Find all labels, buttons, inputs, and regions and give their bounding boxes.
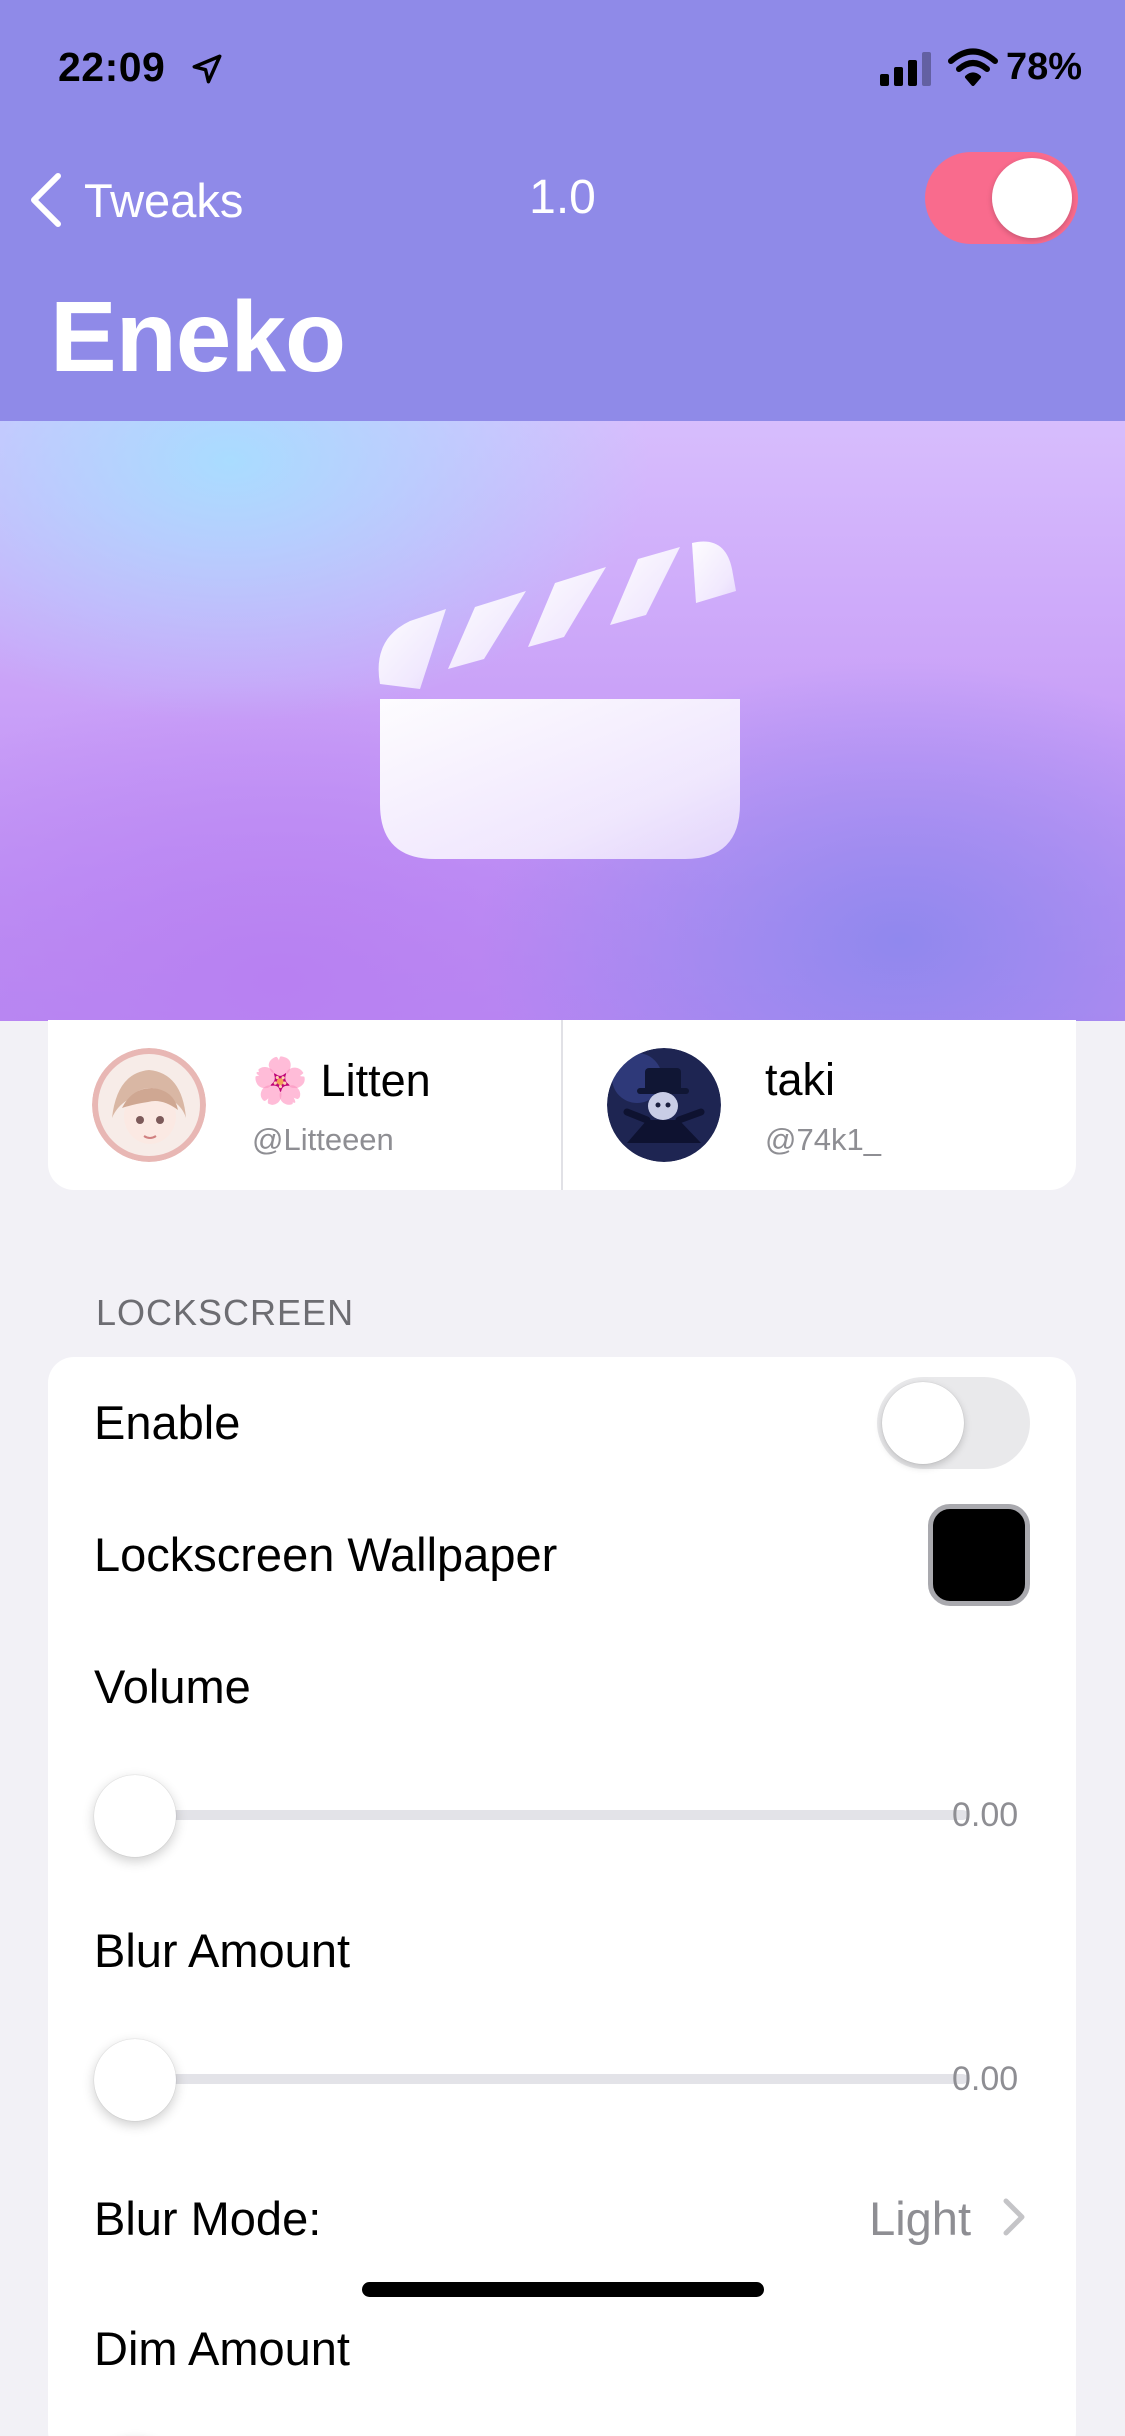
enable-label: Enable: [94, 1396, 241, 1449]
avatar: [92, 1048, 206, 1162]
navigation-header: 22:09 78% Tweaks 1.0 Eneko: [0, 0, 1125, 421]
slider-track: [140, 2074, 968, 2084]
credit-name: 🌸 Litten: [252, 1054, 431, 1107]
credit-handle: @Litteeen: [252, 1122, 394, 1157]
switch-knob: [882, 1382, 964, 1464]
header-banner: [0, 421, 1125, 1021]
volume-label: Volume: [94, 1660, 251, 1713]
status-bar: 22:09 78%: [0, 0, 1125, 140]
section-header: LOCKSCREEN: [96, 1292, 355, 1333]
page-title: Eneko: [50, 281, 346, 393]
home-indicator: [362, 2282, 764, 2297]
blur-amount-label: Blur Amount: [94, 1924, 351, 1977]
wallpaper-color-picker[interactable]: [928, 1504, 1030, 1606]
blur-amount-value: 0.00: [952, 2060, 1019, 2098]
credit-litten[interactable]: 🌸 Litten @Litteeen: [48, 1020, 561, 1190]
dim-amount-slider[interactable]: [94, 2432, 968, 2436]
chevron-right-icon: [1003, 2198, 1025, 2236]
cherry-blossom-icon: 🌸: [252, 1055, 309, 1106]
lockscreen-settings-group: Enable Lockscreen Wallpaper Volume 0.00 …: [48, 1357, 1076, 2436]
avatar-litten-icon: [92, 1048, 206, 1162]
location-arrow-icon: [192, 54, 222, 84]
cellular-signal-icon: [880, 52, 931, 86]
avatar-taki-icon: [607, 1048, 721, 1162]
tweak-enabled-toggle[interactable]: [925, 152, 1078, 244]
slider-thumb[interactable]: [94, 1775, 176, 1857]
avatar: [607, 1048, 721, 1162]
clapperboard-icon: [378, 541, 740, 859]
blur-mode-row[interactable]: Blur Mode: Light: [48, 2157, 1076, 2287]
lockscreen-wallpaper-label: Lockscreen Wallpaper: [94, 1528, 558, 1581]
blur-mode-label: Blur Mode:: [94, 2192, 322, 2245]
wifi-icon: [948, 48, 998, 86]
credit-handle: @74k1_: [765, 1122, 881, 1157]
dim-amount-label: Dim Amount: [94, 2322, 350, 2375]
slider-track: [140, 1810, 968, 1820]
credit-taki[interactable]: taki @74k1_: [561, 1020, 1076, 1190]
slider-thumb[interactable]: [94, 2039, 176, 2121]
enable-switch[interactable]: [877, 1377, 1030, 1469]
battery-percentage: 78%: [1006, 46, 1083, 88]
credit-name-text: Litten: [320, 1055, 431, 1106]
volume-slider[interactable]: [94, 1770, 968, 1860]
status-time: 22:09: [58, 44, 166, 90]
credits-card: 🌸 Litten @Litteeen taki @74k1_: [48, 1020, 1076, 1190]
credit-name: taki: [765, 1054, 836, 1105]
toggle-knob: [992, 158, 1072, 238]
blur-mode-value: Light: [869, 2192, 971, 2245]
volume-value: 0.00: [952, 1796, 1019, 1834]
blur-amount-slider[interactable]: [94, 2034, 968, 2124]
